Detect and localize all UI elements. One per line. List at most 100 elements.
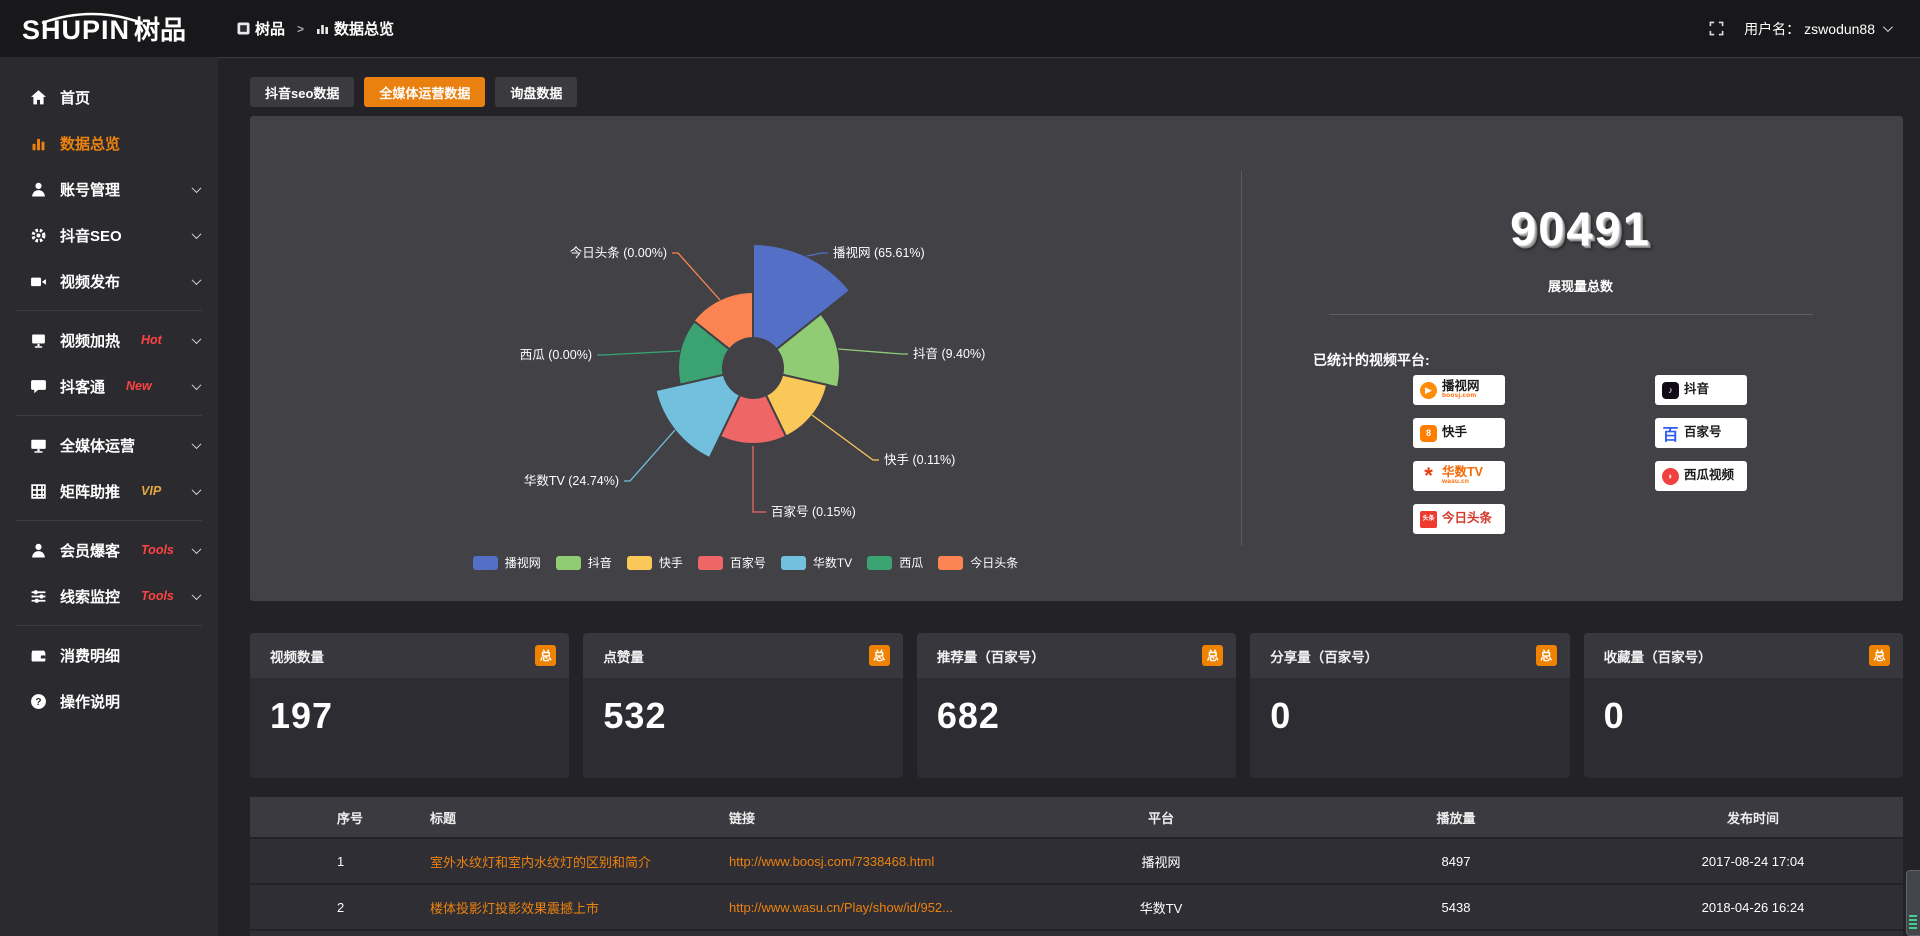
stat-card-1: 点赞量总532: [583, 633, 902, 778]
bar-chart-icon: [316, 22, 329, 35]
boosj-logo-icon: ▶: [1420, 382, 1437, 399]
sidebar-item-tag: Tools: [141, 589, 174, 603]
breadcrumb-item-home[interactable]: 树品: [237, 18, 285, 39]
platform-name: 快手: [1442, 426, 1467, 439]
toutiao-logo-icon: 头条: [1420, 511, 1437, 528]
stat-card-value: 0: [1584, 678, 1903, 737]
chevron-down-icon: [192, 544, 202, 554]
total-badge[interactable]: 总: [1202, 645, 1223, 666]
platform-badge-快手[interactable]: 8快手: [1413, 418, 1505, 448]
stat-card-value: 0: [1250, 678, 1569, 737]
video-url-link[interactable]: http://www.wasu.cn/Play/show/id/952...: [729, 900, 1013, 915]
pie-slice-华数TV[interactable]: [656, 375, 740, 458]
tab-0[interactable]: 抖音seo数据: [250, 77, 354, 107]
label-line-华数TV: [624, 430, 675, 481]
user-icon: [30, 181, 47, 198]
video-title-link[interactable]: 楼体投影灯投影效果震撼上市: [430, 898, 715, 917]
label-line-百家号: [753, 446, 766, 512]
table-row: 2楼体投影灯投影效果震撼上市http://www.wasu.cn/Play/sh…: [250, 885, 1903, 931]
legend-item-百家号[interactable]: 百家号: [698, 554, 766, 571]
legend-label: 快手: [659, 554, 683, 571]
sidebar-divider: [16, 415, 202, 416]
platform-name: 今日头条: [1442, 512, 1492, 525]
cell-link: http://www.boosj.com/7338468.html: [715, 839, 1013, 885]
sidebar-item-chart[interactable]: 数据总览: [0, 120, 218, 166]
total-badge[interactable]: 总: [1869, 645, 1890, 666]
sidebar-item-label: 抖客通: [60, 376, 105, 397]
sidebar-item-monitor[interactable]: 全媒体运营: [0, 422, 218, 468]
sidebar-item-video[interactable]: 视频发布: [0, 258, 218, 304]
platform-badge-华数TV[interactable]: *华数TVwasu.cn: [1413, 461, 1505, 491]
sidebar-item-member[interactable]: 会员爆客Tools: [0, 527, 218, 573]
horizontal-divider: [1329, 314, 1813, 315]
fullscreen-icon[interactable]: [1709, 21, 1724, 36]
chevron-down-icon: [192, 275, 202, 285]
breadcrumb: 树品 > 数据总览: [237, 18, 394, 39]
wallet-icon: [30, 647, 47, 664]
total-badge[interactable]: 总: [869, 645, 890, 666]
total-badge[interactable]: 总: [1536, 645, 1557, 666]
tab-1[interactable]: 全媒体运营数据: [364, 77, 485, 107]
legend-item-播视网[interactable]: 播视网: [473, 554, 541, 571]
grid-icon: [30, 483, 47, 500]
stat-card-title: 收藏量（百家号）: [1604, 646, 1712, 666]
cell-title: 楼体投影灯投影效果震撼上市: [416, 885, 715, 931]
chevron-down-icon: [192, 439, 202, 449]
sidebar-item-chat[interactable]: 抖客通 New: [0, 363, 218, 409]
legend-item-华数TV[interactable]: 华数TV: [781, 554, 852, 571]
legend-item-今日头条[interactable]: 今日头条: [938, 554, 1018, 571]
main-content: 抖音seo数据全媒体运营数据询盘数据 播视网 (65.61%)抖音 (9.40%…: [218, 57, 1920, 936]
cell-title: 室外水纹灯和室内水纹灯的区别和简介: [416, 839, 715, 885]
legend-swatch: [938, 556, 963, 570]
stat-card-2: 推荐量（百家号）总682: [917, 633, 1236, 778]
cell-index: 1: [323, 839, 416, 885]
username-value: zswodun88: [1804, 21, 1875, 37]
sidebar-item-label: 操作说明: [60, 691, 120, 712]
sidebar-item-label: 数据总览: [60, 133, 120, 154]
gear-icon: [30, 227, 47, 244]
platform-name: 百家号: [1684, 426, 1722, 439]
videos-table: 序号标题链接平台播放量发布时间 1 室外水纹灯和室内水纹灯的区别和简介 http:/…: [250, 797, 1903, 936]
heat-icon: [30, 332, 47, 349]
legend-item-抖音[interactable]: 抖音: [556, 554, 612, 571]
platform-badge-播视网[interactable]: ▶播视网boosj.com: [1413, 375, 1505, 405]
platform-badge-抖音[interactable]: ♪抖音: [1655, 375, 1747, 405]
sidebar: 首页数据总览账号管理抖音SEO视频发布视频加热Hot 抖客通 New 全媒体运营矩阵助…: [0, 57, 218, 936]
total-badge[interactable]: 总: [535, 645, 556, 666]
tab-2[interactable]: 询盘数据: [495, 77, 577, 107]
legend-swatch: [781, 556, 806, 570]
legend-swatch: [556, 556, 581, 570]
sidebar-item-user[interactable]: 账号管理: [0, 166, 218, 212]
sidebar-item-gear[interactable]: 抖音SEO: [0, 212, 218, 258]
platform-badge-西瓜视频[interactable]: ◗西瓜视频: [1655, 461, 1747, 491]
label-line-西瓜: [597, 351, 680, 355]
breadcrumb-item-current[interactable]: 数据总览: [316, 18, 394, 39]
platform-badge-今日头条[interactable]: 头条今日头条: [1413, 504, 1505, 534]
sidebar-item-label: 会员爆客: [60, 540, 120, 561]
sidebar-item-home[interactable]: 首页: [0, 74, 218, 120]
sidebar-item-tag: New: [126, 379, 152, 393]
platform-badge-百家号[interactable]: 百百家号: [1655, 418, 1747, 448]
platforms-grid: ▶播视网boosj.com ♪抖音 8快手 百百家号 *华数TVwasu.cn ◗西瓜视频…: [1413, 375, 1747, 534]
username-label: 用户名：: [1744, 19, 1800, 39]
chevron-down-icon: [192, 485, 202, 495]
help-icon: ?: [30, 693, 47, 710]
legend-label: 华数TV: [813, 554, 852, 571]
sidebar-item-heat[interactable]: 视频加热Hot: [0, 317, 218, 363]
sidebar-item-grid[interactable]: 矩阵助推VIP: [0, 468, 218, 514]
xigua-logo-icon: ◗: [1662, 468, 1679, 485]
sidebar-item-sliders[interactable]: 线索监控Tools: [0, 573, 218, 619]
cell-plays: 5438: [1309, 885, 1603, 931]
legend-item-西瓜[interactable]: 西瓜: [867, 554, 923, 571]
legend-label: 西瓜: [899, 554, 923, 571]
legend-item-快手[interactable]: 快手: [627, 554, 683, 571]
sidebar-item-wallet[interactable]: 消费明细: [0, 632, 218, 678]
sidebar-item-help[interactable]: ? 操作说明: [0, 678, 218, 724]
video-title-link[interactable]: 室外水纹灯和室内水纹灯的区别和简介: [430, 852, 715, 871]
floating-widget[interactable]: [1906, 870, 1920, 936]
user-menu[interactable]: 用户名： zswodun88: [1744, 19, 1890, 39]
stat-card-title: 推荐量（百家号）: [937, 646, 1045, 666]
video-url-link[interactable]: http://www.boosj.com/7338468.html: [729, 854, 1013, 869]
rose-pie-chart[interactable]: 播视网 (65.61%)抖音 (9.40%)快手 (0.11%)百家号 (0.1…: [250, 116, 1241, 601]
table-header: 序号标题链接平台播放量发布时间: [250, 797, 1903, 839]
